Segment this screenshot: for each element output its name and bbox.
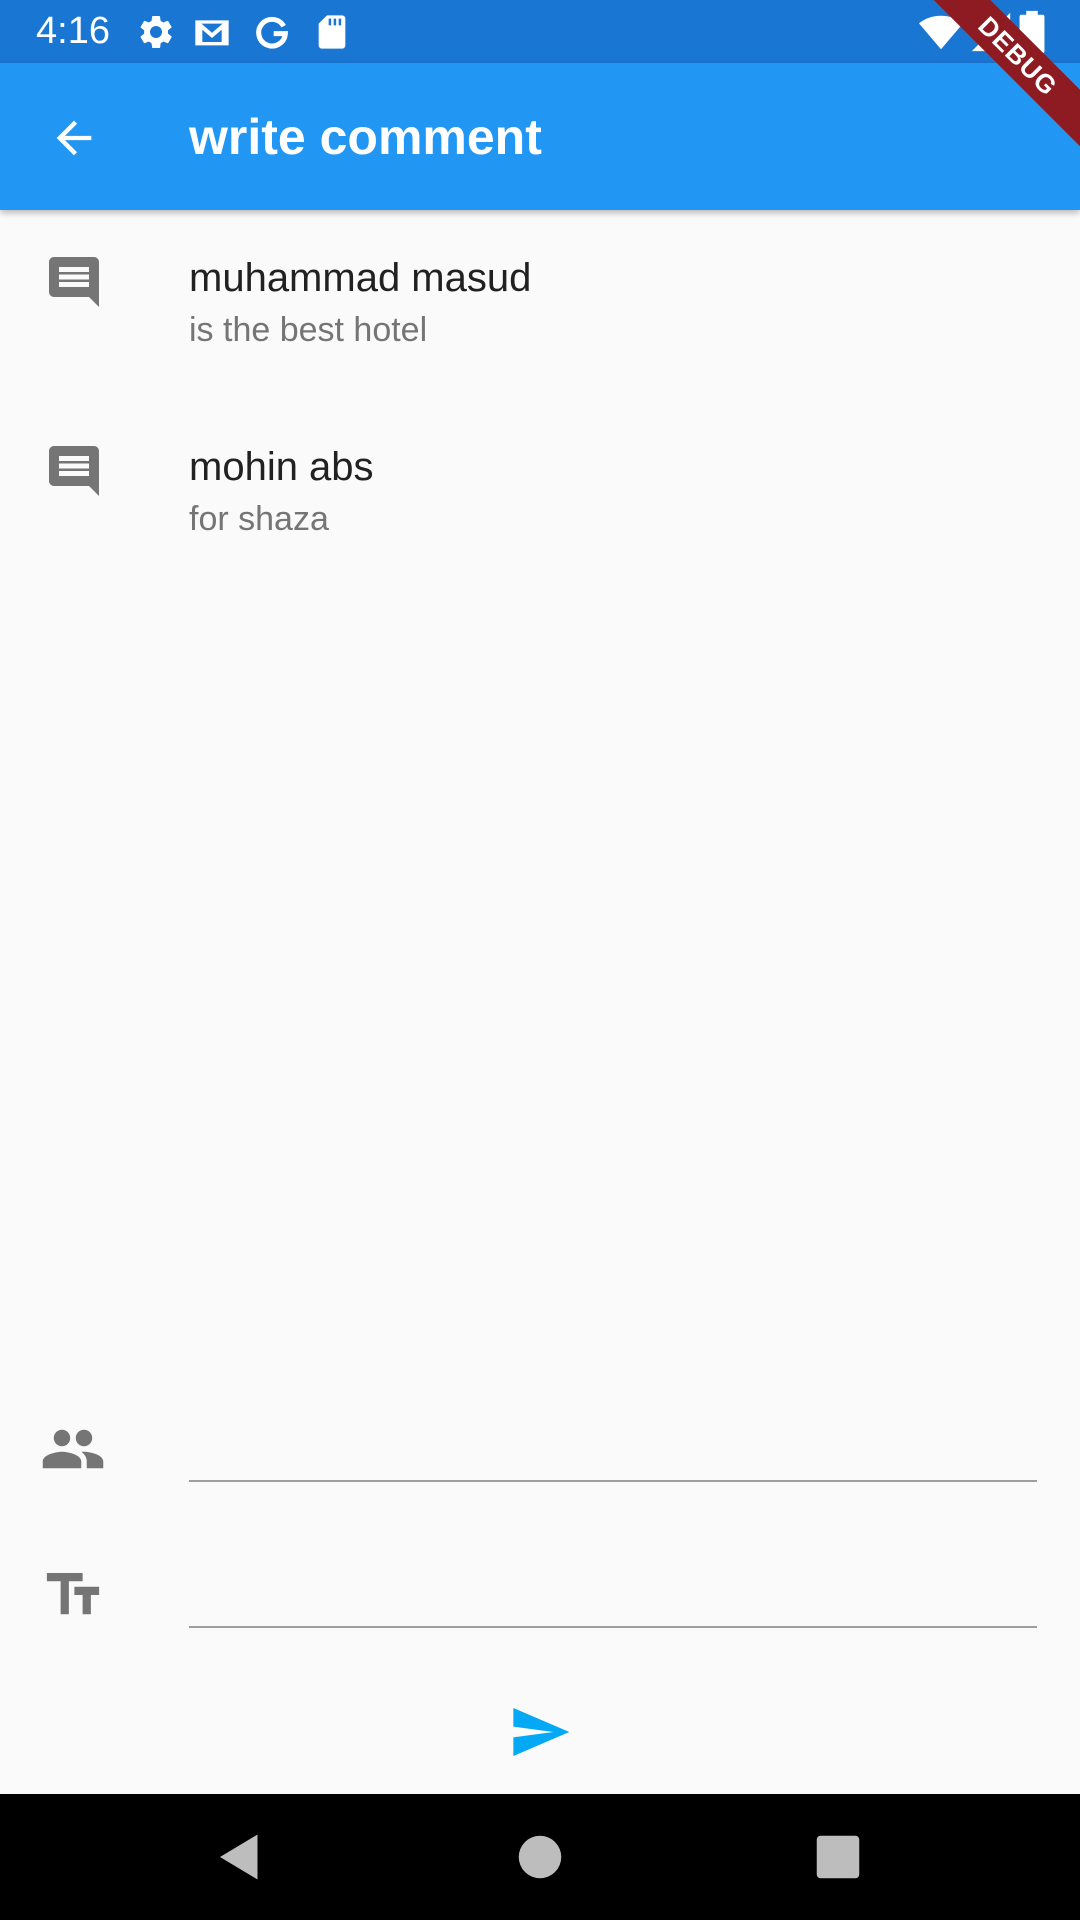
back-triangle-icon[interactable]	[210, 1827, 270, 1887]
send-icon	[513, 1708, 570, 1756]
settings-icon	[140, 16, 172, 48]
text-fields-icon	[46, 1573, 100, 1615]
name-input[interactable]	[189, 1410, 1037, 1482]
comment-author: muhammad masud	[189, 256, 532, 300]
name-row	[0, 1410, 1080, 1510]
arrow-back-icon	[56, 120, 92, 156]
sd-card-icon	[318, 15, 346, 49]
comment-item[interactable]: mohin abs for shaza	[0, 441, 1080, 611]
system-nav-bar	[0, 1794, 1080, 1920]
gmail-icon	[195, 20, 229, 46]
comment-icon	[49, 446, 99, 496]
page-title: write comment	[189, 109, 542, 165]
status-time: 4:16	[36, 10, 110, 52]
wifi-icon	[918, 15, 964, 50]
battery-icon	[1019, 10, 1045, 54]
comment-input[interactable]	[189, 1556, 1037, 1628]
comment-text: for shaza	[189, 500, 329, 538]
comment-text: is the best hotel	[189, 311, 428, 349]
comment-item[interactable]: muhammad masud is the best hotel	[0, 252, 1080, 422]
recents-square-icon[interactable]	[808, 1827, 868, 1887]
home-circle-icon[interactable]	[510, 1827, 570, 1887]
people-icon	[42, 1429, 104, 1469]
status-bar: 4:16	[0, 0, 1080, 63]
comment-icon	[49, 257, 99, 307]
app-bar: write comment	[0, 63, 1080, 210]
google-icon	[256, 16, 289, 49]
signal-icon	[971, 12, 1011, 52]
back-button[interactable]	[34, 103, 114, 173]
send-button[interactable]	[508, 1700, 572, 1764]
comment-author: mohin abs	[189, 445, 374, 489]
comment-row	[0, 1556, 1080, 1656]
